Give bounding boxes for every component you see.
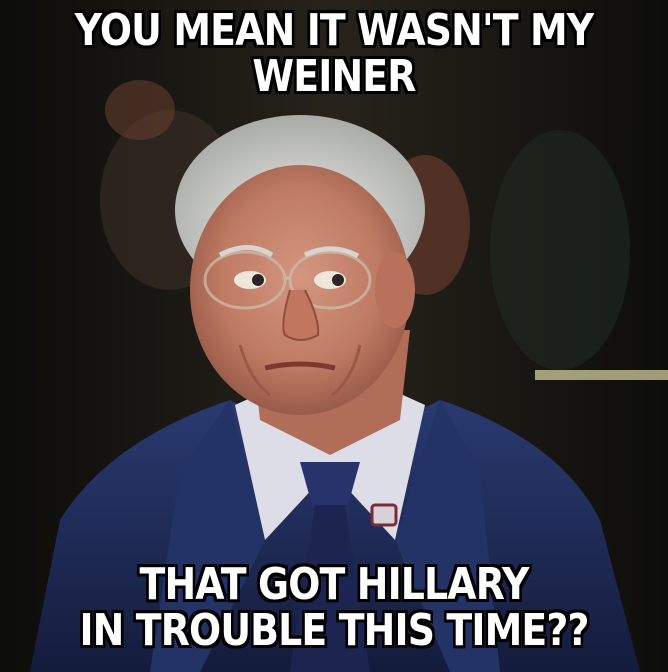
meme-image: YOU MEAN IT WASN'T MY WEINER THAT GOT HI… [0, 0, 668, 672]
bottom-caption-line-2: IN TROUBLE THIS TIME?? [79, 605, 589, 656]
background-figure-right [490, 130, 630, 370]
lapel-pin [370, 503, 398, 527]
top-caption-line-1: YOU MEAN IT WASN'T MY [74, 5, 594, 56]
pupil-left [252, 274, 264, 286]
top-caption: YOU MEAN IT WASN'T MY WEINER [47, 8, 621, 100]
ear [375, 252, 415, 328]
top-caption-line-2: WEINER [252, 51, 416, 102]
pupil-right [332, 274, 344, 286]
bottom-caption-line-1: THAT GOT HILLARY [139, 559, 529, 610]
bottom-caption: THAT GOT HILLARY IN TROUBLE THIS TIME?? [47, 562, 621, 654]
background-light-bar [535, 370, 668, 380]
